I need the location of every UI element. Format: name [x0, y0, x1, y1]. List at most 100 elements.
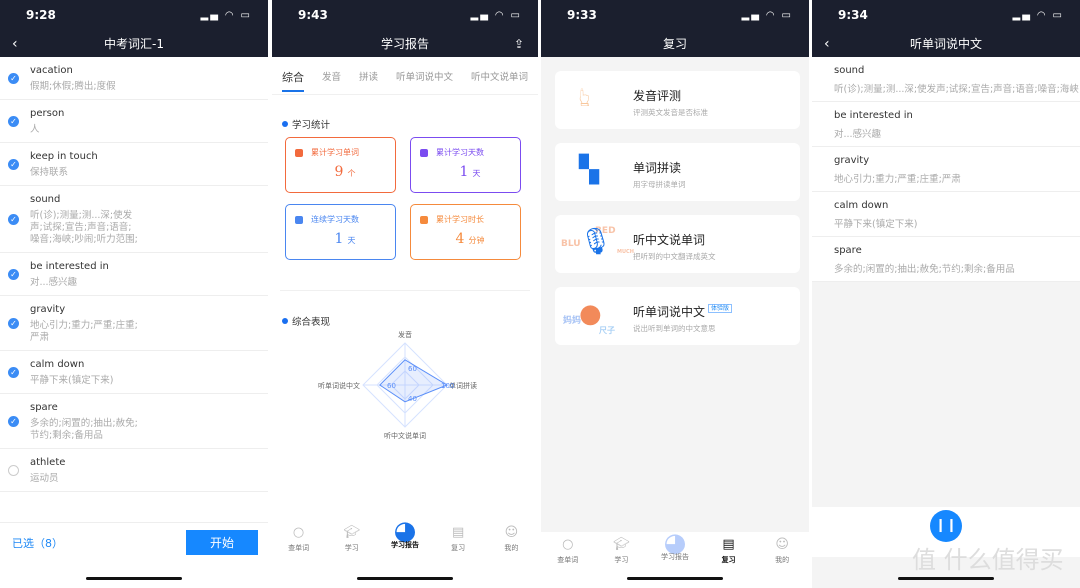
checked-icon[interactable]: ✓ — [8, 367, 19, 378]
tab-label: 查单词 — [557, 556, 579, 564]
stat-name: 累计学习单词 — [311, 148, 359, 157]
tab-我的[interactable]: ☺ 我的 — [762, 532, 802, 588]
tab-复习[interactable]: ▤ 复习 — [438, 520, 478, 560]
word-row[interactable]: ✓ keep in touch 保持联系 — [0, 143, 268, 186]
blocks-icon: ▚ — [579, 155, 599, 185]
checked-icon[interactable]: ✓ — [8, 159, 19, 170]
status-icons: ▂▄ ◠ ▭ — [200, 9, 252, 21]
word-row[interactable]: spare 多余的;闲置的;抽出;赦免;节约;剩余;备用品 — [812, 237, 1080, 282]
review-screen: 9:33 ▂▄ ◠ ▭ 复习 👆︎ 发音评测 评测英文发音是否标准 ▚ 单词拼读 用字母拼读… — [541, 0, 809, 588]
word-meaning: 人 — [30, 124, 40, 135]
tab-0[interactable]: 综合 — [282, 69, 304, 94]
tab-3[interactable]: 听单词说中文 — [396, 69, 453, 94]
clock: 9:33 — [567, 8, 597, 22]
note-icon: ▤ — [452, 525, 465, 540]
word-row[interactable]: ✓ spare 多余的;闲置的;抽出;赦免;节约;剩余;备用品 — [0, 394, 268, 449]
word-list: sound 听(诊);测量;测...深;使发声;试探;宣告;声音;语音;噪音;海峡… — [812, 57, 1080, 282]
section-title: 学习统计 — [292, 120, 331, 131]
word-text: spare — [834, 245, 862, 256]
word-meaning: 对...感兴趣 — [834, 129, 882, 140]
word-row[interactable]: ✓ be interested in 对...感兴趣 — [0, 253, 268, 296]
stat-card: 累计学习天数 1 天 — [410, 137, 521, 193]
stat-value: 4 分钟 — [420, 231, 520, 247]
stat-unit: 个 — [347, 169, 356, 178]
word-text: gravity — [30, 304, 66, 315]
card-title-text: 单词拼读 — [633, 161, 682, 175]
share-icon[interactable]: ⇪ — [514, 37, 524, 51]
word-list: ✓ vacation 假期;休假;腾出;度假 ✓ person 人 ✓ keep in tou… — [0, 57, 268, 492]
word-text: sound — [30, 194, 61, 205]
word-row[interactable]: athlete 运动员 — [0, 449, 268, 492]
card-title: 听单词说中文 体验版 — [633, 303, 733, 320]
stat-name: 累计学习时长 — [436, 215, 484, 224]
stat-icon — [420, 215, 428, 224]
report-screen: 9:43 ▂▄ ◠ ▭ 学习报告 ⇪ 综合 发音 拼读 听单词说中文 听中文说单词 学习统计… — [272, 0, 538, 588]
tab-学习报告[interactable]: ◕ 学习报告 — [385, 516, 425, 560]
word-row[interactable]: ✓ person 人 — [0, 100, 268, 143]
word-row[interactable]: gravity 地心引力;重力;严重;庄重;严肃 — [812, 147, 1080, 192]
word-text: sound — [834, 65, 865, 76]
tab-1[interactable]: 发音 — [322, 69, 341, 94]
clock: 9:43 — [298, 8, 328, 22]
stat-card: 累计学习时长 4 分钟 — [410, 204, 521, 260]
card-subtitle: 用字母拼读单词 — [633, 180, 686, 189]
tab-查单词[interactable]: ○ 查单词 — [548, 532, 588, 588]
review-card-3[interactable]: 妈妈 尺子 ● 听单词说中文 体验版 说出听到单词的中文意思 — [555, 287, 800, 345]
status-icons: ▂▄ ◠ ▭ — [470, 9, 522, 21]
pause-button[interactable]: ❙❙ — [930, 510, 962, 542]
word-row[interactable]: ✓ gravity 地心引力;重力;严重;庄重;严肃 — [0, 296, 268, 351]
word-row[interactable]: sound 听(诊);测量;测...深;使发声;试探;宣告;声音;语音;噪音;海峡 — [812, 57, 1080, 102]
card-title: 听中文说单词 — [633, 231, 705, 248]
stat-unit: 分钟 — [468, 236, 485, 245]
stat-icon — [420, 148, 428, 157]
stat-label: 累计学习单词 — [295, 147, 395, 158]
tab-label: 学习 — [614, 556, 629, 564]
card-title: 单词拼读 — [633, 159, 681, 176]
home-indicator — [357, 577, 453, 580]
checked-icon[interactable]: ✓ — [8, 73, 19, 84]
word-row[interactable]: ✓ vacation 假期;休假;腾出;度假 — [0, 57, 268, 100]
stat-label: 累计学习天数 — [420, 147, 520, 158]
tab-2[interactable]: 拼读 — [359, 69, 378, 94]
checked-icon[interactable]: ✓ — [8, 116, 19, 127]
word-meaning: 平静下来(镇定下来) — [834, 219, 918, 230]
radar-axis-label: 听中文说单词 — [384, 431, 426, 440]
smiley-icon: ☺ — [775, 537, 789, 552]
bullet-icon — [282, 121, 288, 127]
nav-bar: ‹ 听单词说中文 — [812, 30, 1080, 57]
word-row[interactable]: be interested in 对...感兴趣 — [812, 102, 1080, 147]
back-icon[interactable]: ‹ — [824, 36, 830, 52]
microphone-icon: 🎙︎ — [579, 227, 613, 257]
stat-value: 1天 — [295, 231, 395, 247]
checked-icon[interactable]: ✓ — [8, 214, 19, 225]
back-icon[interactable]: ‹ — [12, 36, 18, 52]
review-card-1[interactable]: ▚ 单词拼读用字母拼读单词 — [555, 143, 800, 201]
divider — [280, 290, 530, 291]
word-text: person — [30, 108, 65, 119]
checked-icon[interactable]: ✓ — [8, 269, 19, 280]
word-row[interactable]: ✓ sound 听(诊);测量;测...深;使发声;试探;宣告;声音;语音;噪音;海… — [0, 186, 268, 253]
search-icon: ○ — [292, 525, 305, 540]
checked-icon[interactable]: ✓ — [8, 416, 19, 427]
tab-查单词[interactable]: ○ 查单词 — [279, 520, 319, 560]
bullet-icon — [282, 318, 288, 324]
listen-screen: 9:34 ▂▄ ◠ ▭ ‹ 听单词说中文 sound 听(诊);测量;测...深;使发… — [812, 0, 1080, 588]
selected-count[interactable]: 已选（8） — [12, 535, 63, 551]
review-card-2[interactable]: BLU RED MUCH 🎙︎ 听中文说单词 把听到的中文翻译成英文 — [555, 215, 800, 273]
review-card-0[interactable]: 👆︎ 发音评测 评测英文发音是否标准 — [555, 71, 800, 129]
word-row[interactable]: calm down 平静下来(镇定下来) — [812, 192, 1080, 237]
stat-unit: 天 — [347, 236, 356, 245]
word-row[interactable]: ✓ calm down 平静下来(镇定下来) — [0, 351, 268, 394]
checked-icon[interactable]: ✓ — [8, 318, 19, 329]
start-button[interactable]: 开始 — [186, 530, 258, 555]
radar-value-label: 40 — [408, 395, 417, 403]
tab-我的[interactable]: ☺ 我的 — [491, 520, 531, 560]
page-title: 学习报告 — [380, 37, 429, 51]
unchecked-icon[interactable] — [8, 465, 19, 476]
stat-number: 9 — [334, 164, 344, 180]
tab-学习[interactable]: 🎓︎ 学习 — [332, 520, 372, 560]
card-title: 发音评测 — [633, 87, 681, 104]
tab-4[interactable]: 听中文说单词 — [471, 69, 528, 94]
nav-bar: 复习 — [541, 30, 809, 57]
word-text: calm down — [30, 359, 85, 370]
